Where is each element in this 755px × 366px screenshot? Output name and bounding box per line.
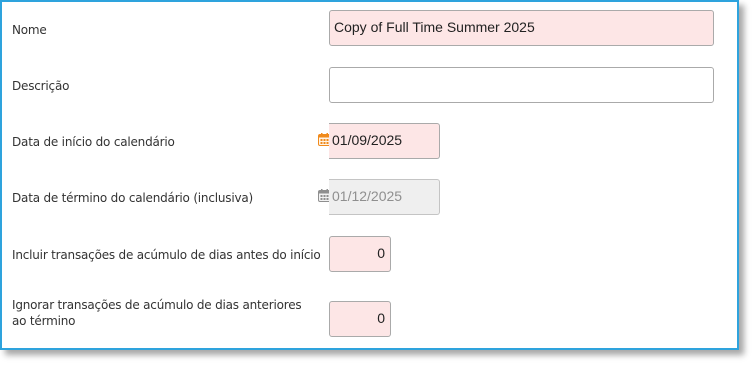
start-date-label: Data de início do calendário xyxy=(12,135,175,149)
start-date-input[interactable]: 01/09/2025 xyxy=(329,123,440,159)
ignore-accrual-label: Ignorar transações de acúmulo de dias an… xyxy=(12,298,302,328)
end-date-label: Data de término do calendário (inclusiva… xyxy=(12,191,253,205)
description-label: Descrição xyxy=(12,79,70,93)
end-date-input: 01/12/2025 xyxy=(329,179,440,215)
calendar-form-panel: Nome Copy of Full Time Summer 2025 Descr… xyxy=(0,0,739,350)
include-accrual-input[interactable]: 0 xyxy=(329,236,391,272)
name-label: Nome xyxy=(12,23,47,37)
include-accrual-label: Incluir transações de acúmulo de dias an… xyxy=(12,248,321,262)
name-input[interactable]: Copy of Full Time Summer 2025 xyxy=(329,10,714,46)
description-input[interactable] xyxy=(329,67,714,103)
ignore-accrual-input[interactable]: 0 xyxy=(329,301,391,337)
